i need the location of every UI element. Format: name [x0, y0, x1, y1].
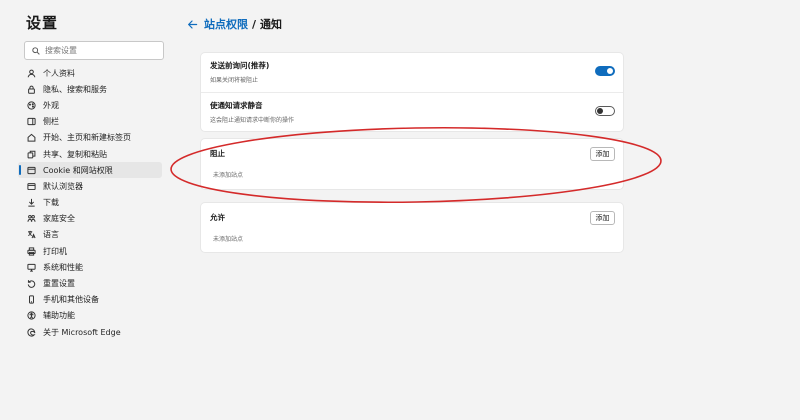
ask-before-sending-title: 发送前询问(推荐)	[210, 61, 270, 70]
lock-icon	[27, 85, 36, 94]
sidebar-nav: 个人资料隐私、搜索和服务 外观侧栏开始、主页和新建标签页 共享、复制和粘贴 Cooki…	[18, 65, 162, 340]
system-icon	[27, 263, 36, 272]
block-section-card: 阻止 添加 未添加站点	[201, 139, 623, 189]
page-title: 通知	[260, 18, 283, 31]
sidebar-item-site-permissions[interactable]: Cookie 和网站权限	[18, 162, 162, 179]
sidebar-item-edge[interactable]: 关于 Microsoft Edge	[18, 324, 162, 340]
sidebar-item-label: 下载	[43, 198, 59, 208]
block-add-button[interactable]: 添加	[590, 147, 615, 161]
block-section-title: 阻止	[210, 149, 225, 158]
sidebar-item-reset[interactable]: 重置设置	[18, 275, 162, 291]
ask-before-sending-row: 发送前询问(推荐) 如果关闭将被阻止	[201, 53, 623, 92]
sidebar-item-printer[interactable]: 打印机	[18, 243, 162, 259]
accessibility-icon	[27, 311, 36, 321]
sidebar-item-label: 关于 Microsoft Edge	[43, 327, 121, 337]
sidebar-item-label: 侧栏	[43, 117, 59, 127]
sidebar-item-profile[interactable]: 个人资料	[18, 65, 162, 81]
sidebar-item-family[interactable]: 家庭安全	[18, 211, 162, 227]
share-icon	[27, 150, 36, 159]
quiet-requests-toggle[interactable]	[595, 106, 615, 116]
sidebar-item-label: 语言	[43, 230, 59, 240]
ask-before-sending-desc: 如果关闭将被阻止	[210, 77, 259, 84]
allow-section-title: 允许	[210, 213, 225, 222]
sidebar-item-label: 开始、主页和新建标签页	[43, 133, 131, 143]
sidebar-item-label: 个人资料	[43, 68, 75, 78]
sidebar-item-appearance[interactable]: 外观	[18, 97, 162, 113]
quiet-requests-title: 使通知请求静音	[210, 101, 263, 110]
back-button[interactable]	[185, 17, 199, 31]
sidebar-item-accessibility[interactable]: 辅助功能	[18, 308, 162, 324]
family-icon	[27, 214, 36, 223]
quiet-requests-row: 使通知请求静音 这会阻止通知请求中断你的操作	[201, 92, 623, 131]
search-icon	[32, 46, 40, 55]
sidebar-item-label: 默认浏览器	[43, 181, 83, 191]
appearance-icon	[27, 101, 36, 110]
toggle-knob	[607, 68, 613, 74]
allow-empty-text: 未添加站点	[213, 236, 244, 243]
breadcrumb: 站点权限 / 通知	[204, 16, 282, 32]
profile-icon	[27, 69, 36, 78]
sidebar-item-browser[interactable]: 默认浏览器	[18, 178, 162, 194]
sidebar-item-label: 系统和性能	[43, 262, 83, 272]
toggle-knob	[597, 108, 603, 114]
main-content: 站点权限 / 通知 发送前询问(推荐) 如果关闭将被阻止 使通知请求静音 这会阻止通…	[185, 0, 800, 420]
reset-icon	[27, 279, 36, 288]
sidebar-item-lock[interactable]: 隐私、搜索和服务	[18, 81, 162, 97]
edge-icon	[27, 327, 36, 337]
breadcrumb-separator: /	[252, 18, 257, 31]
block-empty-text: 未添加站点	[213, 172, 244, 179]
site-permissions-icon	[27, 166, 36, 175]
notification-settings-card: 发送前询问(推荐) 如果关闭将被阻止 使通知请求静音 这会阻止通知请求中断你的操…	[201, 53, 623, 131]
arrow-left-icon	[187, 19, 197, 29]
breadcrumb-parent-link[interactable]: 站点权限	[204, 18, 248, 31]
browser-icon	[27, 182, 36, 191]
sidebar-item-share[interactable]: 共享、复制和粘贴	[18, 146, 162, 162]
phone-icon	[27, 295, 36, 304]
sidebar-item-sidebar[interactable]: 侧栏	[18, 114, 162, 130]
language-icon	[27, 230, 36, 239]
sidebar-item-language[interactable]: 语言	[18, 227, 162, 243]
sidebar-item-label: 家庭安全	[43, 214, 75, 224]
sidebar-item-label: Cookie 和网站权限	[43, 165, 113, 175]
search-box[interactable]	[24, 41, 164, 60]
sidebar-item-phone[interactable]: 手机和其他设备	[18, 292, 162, 308]
allow-section-card: 允许 添加 未添加站点	[201, 203, 623, 252]
home-icon	[27, 133, 36, 142]
allow-add-button[interactable]: 添加	[590, 211, 615, 225]
ask-before-sending-toggle[interactable]	[595, 66, 615, 76]
page-header: 站点权限 / 通知	[185, 16, 282, 32]
sidebar-item-label: 隐私、搜索和服务	[43, 84, 107, 94]
sidebar-item-home[interactable]: 开始、主页和新建标签页	[18, 130, 162, 146]
sidebar-item-label: 辅助功能	[43, 311, 75, 321]
sidebar-item-label: 共享、复制和粘贴	[43, 149, 107, 159]
sidebar-item-label: 外观	[43, 100, 59, 110]
sidebar-title: 设置	[26, 14, 59, 32]
printer-icon	[27, 247, 36, 256]
search-input[interactable]	[45, 46, 155, 55]
sidebar-icon	[27, 117, 36, 126]
sidebar-item-download[interactable]: 下载	[18, 195, 162, 211]
quiet-requests-desc: 这会阻止通知请求中断你的操作	[210, 117, 295, 124]
sidebar: 设置 个人资料隐私、搜索和服务外观侧栏开始、主页和新建标签页共享、复制和粘贴 Co…	[0, 0, 168, 420]
sidebar-item-label: 打印机	[43, 246, 67, 256]
download-icon	[27, 198, 36, 207]
sidebar-item-system[interactable]: 系统和性能	[18, 259, 162, 275]
sidebar-item-label: 手机和其他设备	[43, 295, 99, 305]
sidebar-item-label: 重置设置	[43, 279, 75, 289]
